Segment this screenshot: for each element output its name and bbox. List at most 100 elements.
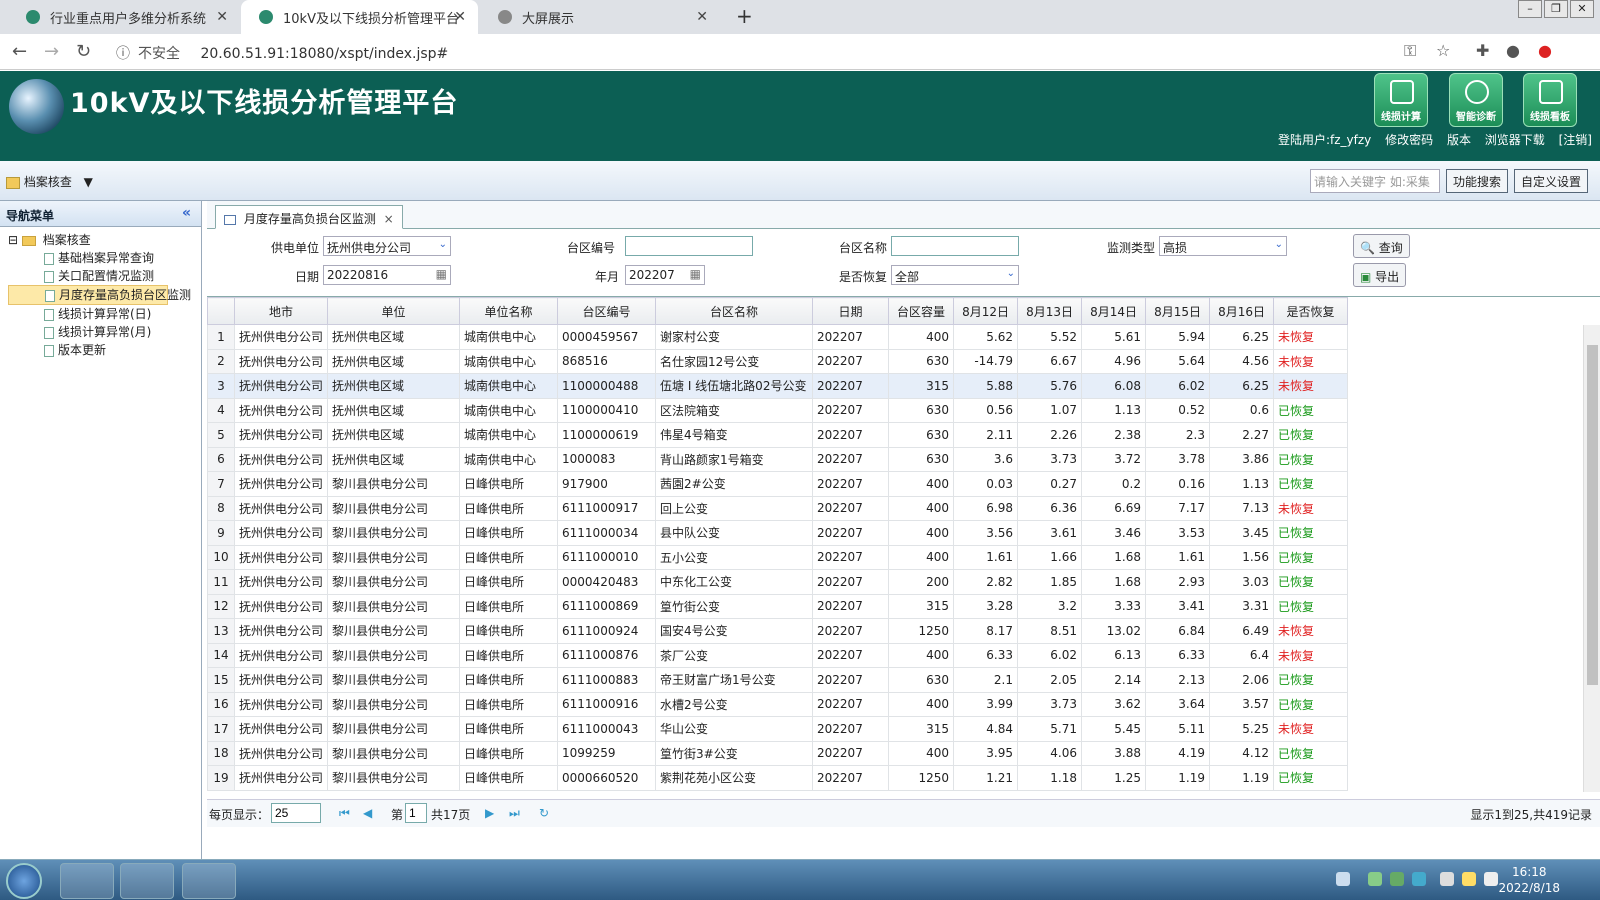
browser-tab-1[interactable]: 行业重点用户多维分析系统 ✕ [8,0,240,34]
table-row[interactable]: 10 抚州供电分公司 黎川县供电分公司 日峰供电所 6111000010 五小公变 2022… [207,544,1349,570]
monitor-type-select[interactable]: 高损 ⌄ [1159,236,1287,256]
table-row[interactable]: 14 抚州供电分公司 黎川县供电分公司 日峰供电所 6111000876 茶厂公变 2022… [207,642,1349,668]
tree-toggle-icon[interactable]: ⊟ [8,233,18,247]
sidebar-item-monthly-high-loss[interactable]: 月度存量高负损台区监测 [8,285,191,305]
calendar-icon[interactable]: ▦ [436,267,447,281]
column-header[interactable]: 台区编号 [557,297,657,325]
supply-unit-select[interactable]: 抚州供电分公司 ⌄ [323,236,451,256]
close-window-icon[interactable]: ✕ [1570,0,1594,18]
close-tab-icon[interactable]: × [384,212,394,226]
star-icon[interactable]: ☆ [1436,41,1450,60]
last-page-icon[interactable]: ⏭ [509,806,520,821]
volume-icon[interactable] [1484,872,1498,886]
url-field[interactable]: 不安全 20.60.51.91:18080/xspt/index.jsp# [138,43,448,63]
column-header[interactable]: 8月12日 [953,297,1019,325]
table-row[interactable]: 7 抚州供电分公司 黎川县供电分公司 日峰供电所 917900 茜園2#公变 202207 4… [207,471,1349,497]
update-icon[interactable]: ● [1538,41,1552,60]
table-row[interactable]: 2 抚州供电分公司 抚州供电区域 城南供电中心 868516 名仕家园12号公变 20220… [207,348,1349,374]
table-row[interactable]: 11 抚州供电分公司 黎川县供电分公司 日峰供电所 0000420483 中东化工公变 20… [207,569,1349,595]
wps-taskbar-icon[interactable] [182,863,236,899]
custom-settings-button[interactable]: 自定义设置 [1514,169,1589,193]
column-header[interactable]: 单位 [327,297,461,325]
column-header[interactable]: 8月13日 [1017,297,1083,325]
table-row[interactable]: 17 抚州供电分公司 黎川县供电分公司 日峰供电所 6111000043 华山公变 2022… [207,716,1349,742]
minimize-icon[interactable]: – [1518,0,1542,18]
tray-shield-icon[interactable] [1390,872,1404,886]
query-button[interactable]: 🔍 查询 [1353,234,1410,258]
version-link[interactable]: 版本 [1447,133,1471,147]
browser-download-link[interactable]: 浏览器下载 [1485,133,1545,147]
per-page-input[interactable] [271,803,321,823]
table-row[interactable]: 4 抚州供电分公司 抚州供电区域 城南供电中心 1100000410 区法院箱变 20220… [207,397,1349,423]
calculator-taskbar-icon[interactable] [120,863,174,899]
table-row[interactable]: 16 抚州供电分公司 黎川县供电分公司 日峰供电所 6111000916 水槽2号公变 20… [207,691,1349,717]
table-row[interactable]: 1 抚州供电分公司 抚州供电区域 城南供电中心 0000459567 谢家村公变 20220… [207,324,1349,350]
close-tab-icon[interactable]: ✕ [696,9,708,25]
month-input[interactable]: 202207 ▦ [625,265,705,285]
tray-security-icon[interactable] [1368,872,1382,886]
table-row[interactable]: 15 抚州供电分公司 黎川县供电分公司 日峰供电所 6111000883 帝王财富广场1号… [207,667,1349,693]
forward-icon[interactable]: → [44,41,59,62]
sidebar-item-calc-monthly[interactable]: 线损计算异常(月) [8,323,201,341]
table-row[interactable]: 8 抚州供电分公司 黎川县供电分公司 日峰供电所 6111000917 回上公变 20220… [207,495,1349,521]
reload-icon[interactable]: ↻ [76,41,91,62]
profile-icon[interactable]: ● [1506,41,1520,60]
sidebar-item-basic-archive[interactable]: 基础档案异常查询 [8,249,201,267]
sidebar-item-calc-daily[interactable]: 线损计算异常(日) [8,305,201,323]
close-tab-icon[interactable]: ✕ [216,9,228,25]
extensions-icon[interactable]: ✚ [1476,41,1489,60]
next-page-icon[interactable]: ▶ [485,806,494,820]
prev-page-icon[interactable]: ◀ [363,806,372,820]
tray-app-icon[interactable] [1336,872,1350,886]
table-row[interactable]: 5 抚州供电分公司 抚州供电区域 城南供电中心 1100000619 伟星4号箱变 2022… [207,422,1349,448]
key-icon[interactable]: ⚿ [1404,41,1416,61]
page-number-input[interactable] [405,803,427,823]
tray-monitor-icon[interactable] [1440,872,1454,886]
tray-weather-icon[interactable] [1462,872,1476,886]
system-clock[interactable]: 16:18 2022/8/18 [1498,864,1560,896]
table-row[interactable]: 19 抚州供电分公司 黎川县供电分公司 日峰供电所 0000660520 紫荆花苑小区公变… [207,765,1349,791]
maximize-icon[interactable]: ❐ [1544,0,1568,18]
browser-tab-2[interactable]: 10kV及以下线损分析管理平台 ✕ [241,0,478,34]
column-header[interactable]: 地市 [233,297,329,325]
feature-search-button[interactable]: 功能搜索 [1446,169,1509,193]
column-header[interactable]: 单位名称 [459,297,559,325]
recovered-select[interactable]: 全部 ⌄ [891,265,1019,285]
back-icon[interactable]: ← [12,41,27,62]
sidebar-item-version-update[interactable]: 版本更新 [8,341,201,359]
close-tab-icon[interactable]: ✕ [454,9,466,25]
logout-link[interactable]: [注销] [1559,133,1592,147]
chrome-taskbar-icon[interactable] [60,863,114,899]
change-password-link[interactable]: 修改密码 [1385,133,1433,147]
table-row[interactable]: 3 抚州供电分公司 抚州供电区域 城南供电中心 1100000488 伍塘 I 线伍塘北路… [207,373,1349,399]
sidebar-item-gateway-config[interactable]: 关口配置情况监测 [8,267,201,285]
tree-root-archive[interactable]: ⊟ 档案核查 [8,231,201,249]
refresh-icon[interactable]: ↻ [539,806,549,820]
date-input[interactable]: 20220816 ▦ [323,265,451,285]
column-header[interactable]: 8月15日 [1145,297,1211,325]
info-icon[interactable]: ⓘ [116,43,130,63]
line-loss-calc-button[interactable]: 线损计算 [1374,73,1428,127]
tray-network-icon[interactable] [1412,872,1426,886]
table-row[interactable]: 12 抚州供电分公司 黎川县供电分公司 日峰供电所 6111000869 篁竹街公变 202… [207,593,1349,619]
feature-search-input[interactable]: 请输入关键字 如:采集 [1310,169,1440,193]
table-row[interactable]: 6 抚州供电分公司 抚州供电区域 城南供电中心 1000083 背山路颜家1号箱变 2022… [207,446,1349,472]
line-loss-board-button[interactable]: 线损看板 [1523,73,1577,127]
column-header[interactable]: 日期 [812,297,890,325]
export-button[interactable]: ▣ 导出 [1353,263,1407,287]
tab-monthly-high-loss[interactable]: 月度存量高负损台区监测 × [215,205,403,229]
collapse-icon[interactable]: « [182,205,191,221]
browser-tab-3[interactable]: 大屏展示 ✕ [480,0,720,34]
new-tab-icon[interactable]: + [736,4,753,28]
column-header[interactable]: 8月16日 [1209,297,1275,325]
column-header[interactable]: 台区容量 [888,297,955,325]
vertical-scrollbar[interactable] [1583,325,1600,792]
column-header[interactable]: 是否恢复 [1273,297,1349,325]
area-code-input[interactable] [625,236,753,256]
first-page-icon[interactable]: ⏮ [339,806,350,821]
smart-diagnosis-button[interactable]: 智能诊断 [1449,73,1503,127]
column-header[interactable]: 8月14日 [1081,297,1147,325]
module-menu-dropdown[interactable]: 档案核查 ▼ [6,173,93,190]
area-name-input[interactable] [891,236,1019,256]
table-row[interactable]: 9 抚州供电分公司 黎川县供电分公司 日峰供电所 6111000034 县中队公变 2022… [207,520,1349,546]
